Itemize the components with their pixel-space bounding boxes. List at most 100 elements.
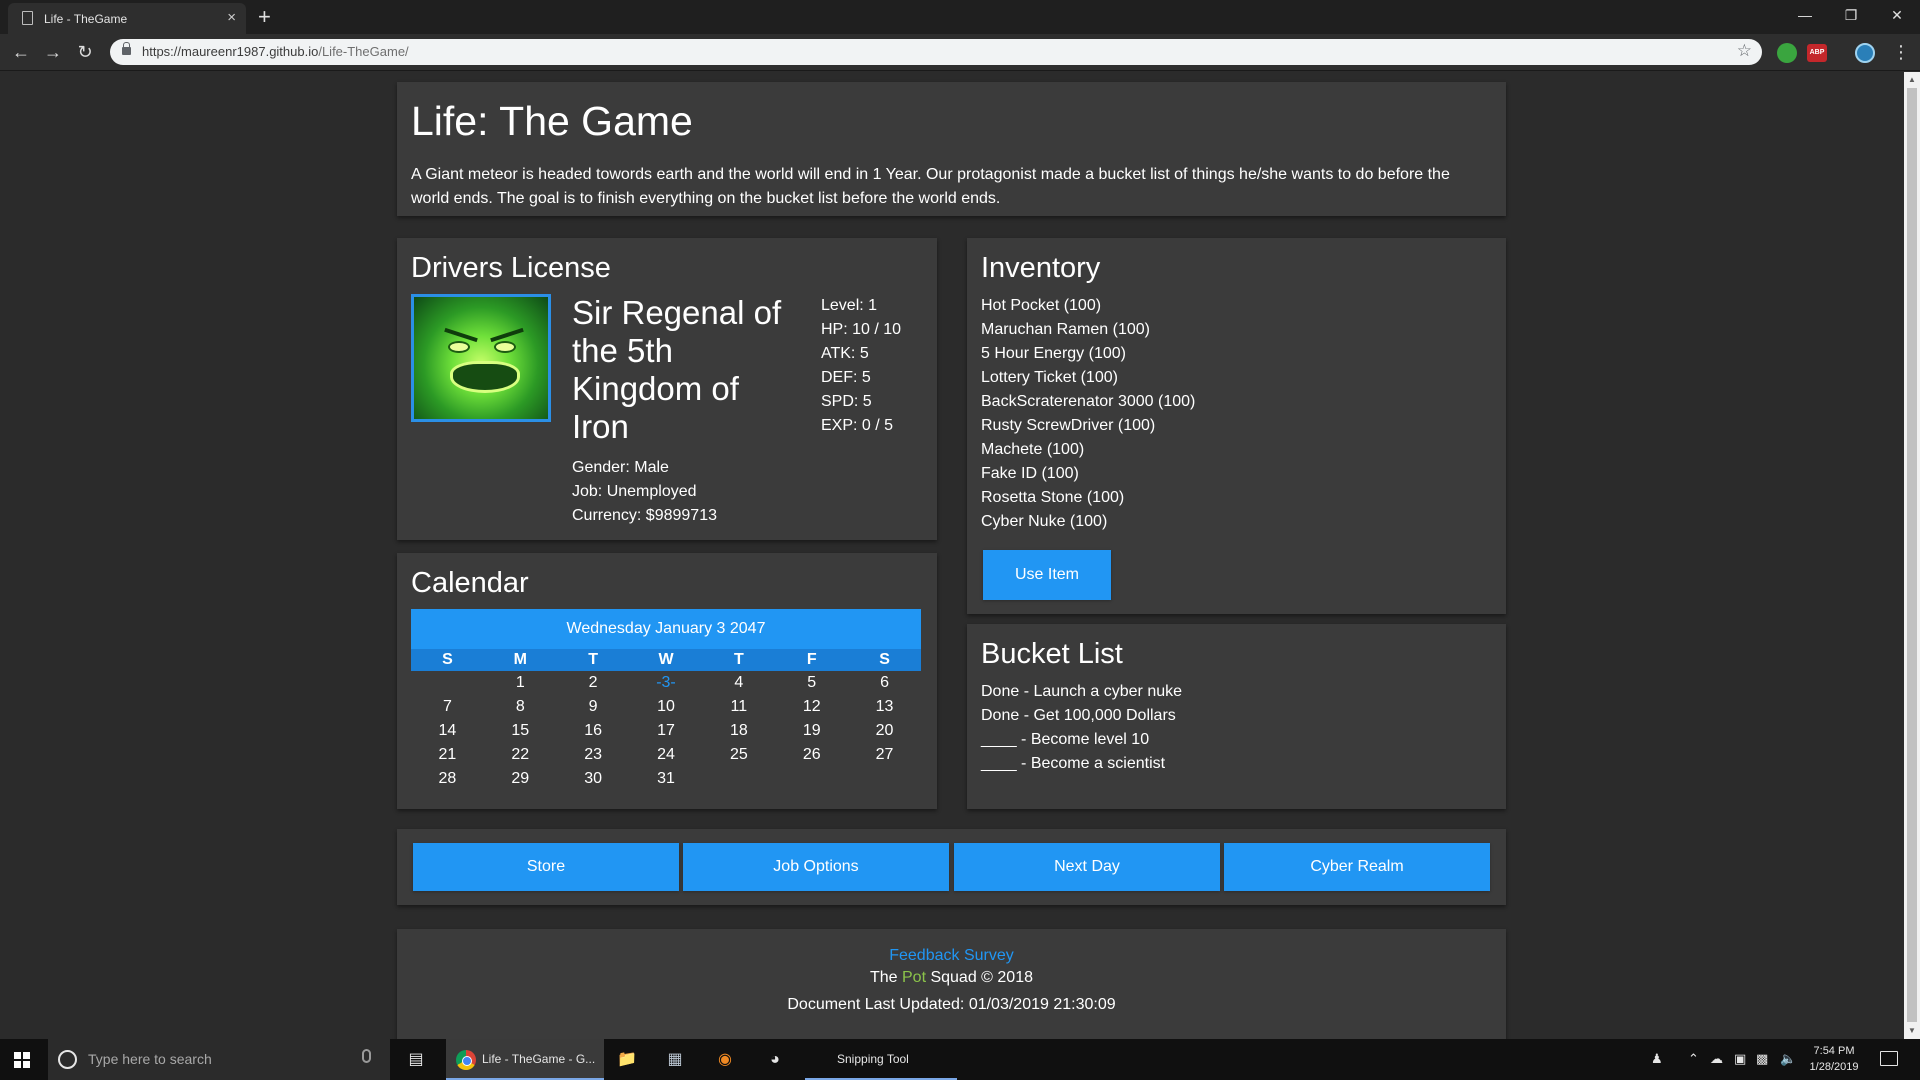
calendar-week-row: 14 15 16 17 18 19 20 (411, 719, 921, 743)
calendar-date-header: Wednesday January 3 2047 (411, 609, 921, 649)
blender-icon[interactable]: ◉ (710, 1039, 740, 1080)
chrome-app-label: Life - TheGame - G... (482, 1052, 596, 1066)
calendar-day: 14 (438, 722, 457, 739)
portrait-eye-right (494, 341, 516, 353)
taskbar-chrome-app[interactable]: Life - TheGame - G... (446, 1039, 604, 1080)
minimize-button[interactable]: — (1782, 0, 1828, 30)
back-arrow-icon[interactable]: ← (9, 40, 33, 64)
browser-toolbar: ← → ↻ https://maureenr1987.github.io/Lif… (0, 34, 1920, 71)
page-scrollbar[interactable]: ▲ ▼ (1904, 72, 1920, 1039)
character-currency: Currency: $9899713 (572, 507, 717, 524)
browser-tab[interactable]: Life - TheGame × (8, 3, 246, 34)
calendar-day (775, 767, 848, 791)
cyber-realm-button[interactable]: Cyber Realm (1224, 843, 1490, 891)
calendar-day: 11 (730, 698, 748, 715)
restore-button[interactable]: ❐ (1828, 0, 1874, 30)
task-view-icon[interactable]: ▤ (403, 1039, 429, 1080)
calendar-day: 31 (657, 770, 675, 787)
calendar-day: 28 (438, 770, 457, 787)
new-tab-button[interactable]: + (258, 3, 271, 31)
drivers-license-panel: Drivers License Sir Regenal of the 5th K… (397, 238, 937, 540)
calendar-grid: S M T W T F S 1 2 -3- 4 5 6 7 8 9 10 11 … (411, 649, 921, 791)
weekday-label: T (733, 651, 744, 668)
onedrive-cloud-icon[interactable]: ☁ (1710, 1051, 1723, 1067)
battery-icon[interactable]: ▣ (1734, 1051, 1746, 1067)
url-text: https://maureenr1987.github.io/Life-TheG… (142, 44, 409, 59)
stat-hp: HP: 10 / 10 (821, 321, 902, 338)
scrollbar-thumb[interactable] (1907, 88, 1917, 1022)
bookmark-star-icon[interactable]: ☆ (1737, 41, 1752, 61)
cortana-circle-icon (58, 1050, 77, 1069)
action-center-icon[interactable] (1880, 1051, 1898, 1066)
windows-start-icon[interactable] (14, 1052, 30, 1068)
address-bar[interactable]: https://maureenr1987.github.io/Life-TheG… (110, 39, 1762, 65)
inventory-panel: Inventory Hot Pocket (100) Maruchan Rame… (967, 238, 1506, 614)
taskbar-search-box[interactable]: Type here to search (48, 1039, 390, 1080)
bucket-list-item: ____ - Become a scientist (981, 755, 1166, 772)
forward-arrow-icon[interactable]: → (41, 40, 65, 64)
taskbar-clock[interactable]: 7:54 PM 1/28/2019 (1806, 1043, 1862, 1075)
calendar-week-row: 28 29 30 31 (411, 767, 921, 791)
header-panel: Life: The Game A Giant meteor is headed … (397, 82, 1506, 216)
document-icon (22, 11, 33, 25)
next-day-button[interactable]: Next Day (954, 843, 1220, 891)
browser-tab-strip: Life - TheGame × + — ❐ ✕ (0, 0, 1920, 34)
character-job: Job: Unemployed (572, 483, 697, 500)
bucket-list-item: Done - Launch a cyber nuke (981, 683, 1183, 700)
portrait-mouth (450, 361, 520, 393)
tab-title: Life - TheGame (44, 12, 128, 26)
character-portrait (411, 294, 551, 422)
inventory-item[interactable]: Rosetta Stone (100) (981, 486, 1195, 510)
bucket-list-heading: Bucket List (981, 638, 1123, 670)
inventory-heading: Inventory (981, 252, 1101, 284)
job-options-button[interactable]: Job Options (683, 843, 949, 891)
volume-icon[interactable]: 🔈 (1780, 1051, 1796, 1067)
people-icon[interactable]: ♟ (1651, 1051, 1663, 1067)
reload-icon[interactable]: ↻ (73, 40, 97, 64)
scroll-down-arrow-icon[interactable]: ▼ (1908, 1026, 1916, 1035)
inventory-item[interactable]: BackScraterenator 3000 (100) (981, 390, 1195, 414)
clock-date: 1/28/2019 (1809, 1061, 1859, 1073)
calendar-day-today: -3- (656, 674, 676, 691)
scroll-up-arrow-icon[interactable]: ▲ (1908, 75, 1916, 84)
bucket-list-item: ____ - Become level 10 (981, 731, 1150, 748)
browser-menu-icon[interactable]: ⋮ (1892, 42, 1910, 63)
microphone-icon[interactable] (362, 1049, 371, 1063)
calendar-week-row: 1 2 -3- 4 5 6 (411, 671, 921, 695)
use-item-button[interactable]: Use Item (983, 550, 1111, 600)
close-tab-icon[interactable]: × (227, 9, 236, 26)
adblock-icon[interactable]: ABP (1807, 44, 1827, 62)
portrait-brow-right (490, 327, 524, 343)
character-gender: Gender: Male (572, 459, 669, 476)
weekday-label: F (806, 651, 817, 668)
calendar-day: 5 (807, 674, 817, 691)
inventory-item[interactable]: Hot Pocket (100) (981, 294, 1195, 318)
inventory-item[interactable]: 5 Hour Energy (100) (981, 342, 1195, 366)
show-hidden-icons-chevron-icon[interactable]: ⌃ (1688, 1051, 1699, 1067)
app-icon[interactable]: ▦ (660, 1039, 690, 1080)
inventory-item[interactable]: Machete (100) (981, 438, 1195, 462)
calendar-weekday-row: S M T W T F S (411, 649, 921, 671)
extension-green-icon[interactable] (1777, 43, 1797, 63)
calendar-heading: Calendar (411, 567, 529, 599)
inventory-item[interactable]: Rusty ScrewDriver (100) (981, 414, 1195, 438)
weekday-label: M (513, 651, 527, 668)
store-button[interactable]: Store (413, 843, 679, 891)
inventory-item[interactable]: Cyber Nuke (100) (981, 510, 1195, 534)
weekday-label: S (442, 651, 453, 668)
calendar-day: 10 (657, 698, 675, 715)
inventory-item[interactable]: Maruchan Ramen (100) (981, 318, 1195, 342)
inventory-item[interactable]: Lottery Ticket (100) (981, 366, 1195, 390)
calendar-day: 22 (511, 746, 530, 763)
snipping-tool-label: Snipping Tool (837, 1052, 909, 1066)
profile-avatar-icon[interactable] (1855, 43, 1875, 63)
game-description: A Giant meteor is headed towords earth a… (411, 166, 1450, 207)
clock-time: 7:54 PM (1813, 1045, 1855, 1057)
network-icon[interactable]: ▩ (1756, 1051, 1768, 1067)
window-close-button[interactable]: ✕ (1874, 0, 1920, 30)
feedback-survey-link[interactable]: Feedback Survey (397, 947, 1506, 965)
inventory-item[interactable]: Fake ID (100) (981, 462, 1195, 486)
unreal-engine-icon[interactable]: ◕ (760, 1039, 790, 1080)
file-explorer-icon[interactable]: 📁 (612, 1039, 642, 1080)
taskbar-snipping-tool[interactable]: Snipping Tool (805, 1039, 957, 1080)
